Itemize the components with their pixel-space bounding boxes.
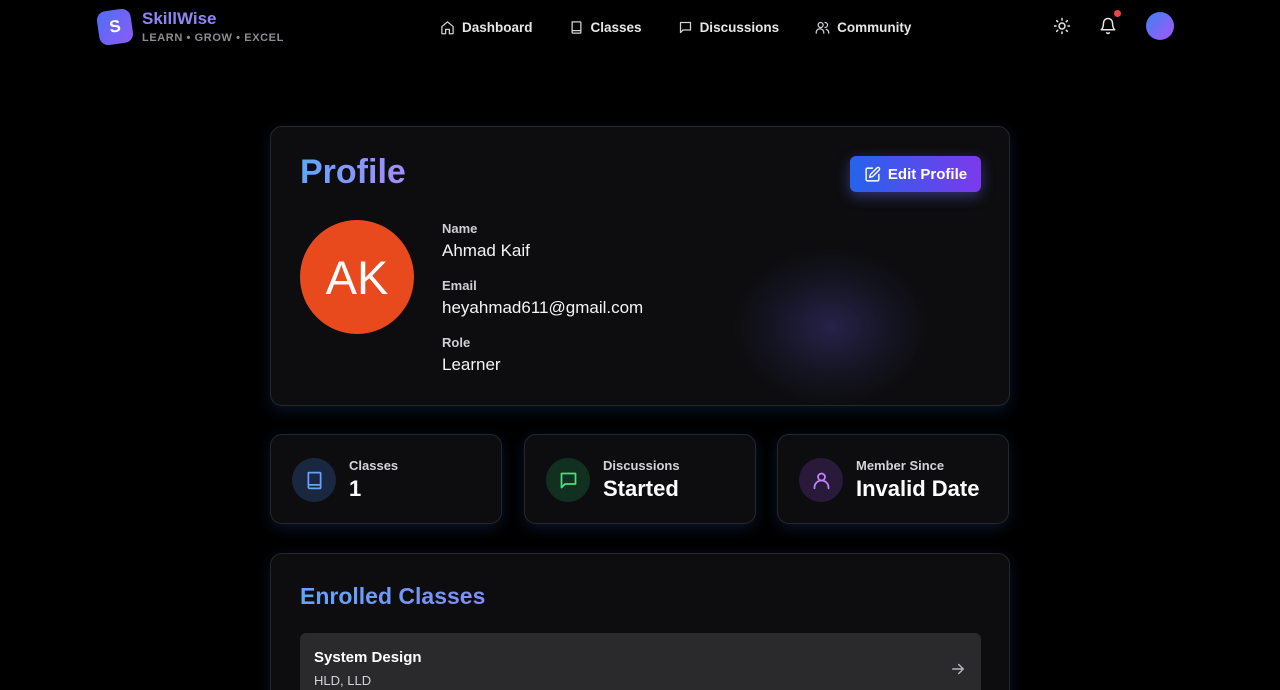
profile-avatar: AK	[300, 220, 414, 334]
brand-logo: S	[95, 7, 135, 46]
stat-text: Member Since Invalid Date	[856, 458, 979, 502]
message-icon	[679, 21, 691, 33]
name-field: Name Ahmad Kaif	[442, 221, 643, 261]
nav-community-label: Community	[837, 19, 912, 35]
stat-card-classes: Classes 1	[270, 434, 502, 524]
role-label: Role	[442, 335, 471, 350]
brand-tagline: LEARN • GROW • EXCEL	[142, 32, 284, 44]
brand-text: SkillWise LEARN • GROW • EXCEL	[142, 9, 284, 44]
user-icon	[813, 472, 829, 489]
nav-actions	[1048, 10, 1174, 40]
theme-toggle-button[interactable]	[1048, 12, 1076, 40]
message-icon	[560, 472, 576, 488]
class-item[interactable]: System Design HLD, LLD	[300, 633, 981, 690]
edit-profile-button[interactable]: Edit Profile	[850, 156, 981, 192]
stat-label: Classes	[349, 458, 399, 473]
name-value: Ahmad Kaif	[442, 241, 530, 260]
stat-label: Member Since	[856, 458, 945, 473]
arrow-right-icon	[952, 663, 964, 675]
book-icon	[307, 471, 321, 489]
stat-text: Discussions Started	[603, 458, 680, 502]
stat-icon-wrap	[546, 458, 590, 502]
class-name: System Design	[314, 649, 422, 666]
decorative-glow	[731, 247, 931, 405]
enrolled-classes-title: Enrolled Classes	[300, 583, 486, 609]
book-icon	[571, 20, 582, 34]
nav-links: Dashboard Classes Discussions Community	[440, 16, 947, 38]
stat-label: Discussions	[603, 458, 680, 473]
sun-icon	[1053, 17, 1071, 35]
top-navbar: S SkillWise LEARN • GROW • EXCEL Dashboa…	[0, 0, 1280, 54]
stat-text: Classes 1	[349, 458, 398, 502]
home-icon	[441, 20, 454, 34]
stat-value: 1	[349, 476, 362, 501]
stat-value: Started	[603, 476, 679, 501]
stat-card-discussions: Discussions Started	[524, 434, 756, 524]
nav-dashboard[interactable]: Dashboard	[440, 16, 533, 38]
nav-discussions[interactable]: Discussions	[678, 16, 780, 38]
notifications-button[interactable]	[1094, 10, 1122, 40]
email-label: Email	[442, 278, 477, 293]
edit-profile-label: Edit Profile	[887, 165, 968, 183]
users-icon	[815, 21, 830, 34]
name-label: Name	[442, 221, 478, 236]
nav-dashboard-label: Dashboard	[462, 19, 533, 35]
nav-discussions-label: Discussions	[699, 19, 780, 35]
bell-icon	[1100, 17, 1116, 35]
notification-dot	[1114, 10, 1121, 17]
email-field: Email heyahmad611@gmail.com	[442, 278, 643, 318]
stat-value: Invalid Date	[856, 476, 980, 501]
brand[interactable]: S SkillWise LEARN • GROW • EXCEL	[95, 7, 284, 46]
stat-card-member-since: Member Since Invalid Date	[777, 434, 1009, 524]
page-title: Profile	[300, 153, 406, 191]
nav-community[interactable]: Community	[815, 16, 911, 38]
user-avatar-button[interactable]	[1146, 12, 1174, 40]
enrolled-classes-card: Enrolled Classes System Design HLD, LLD	[270, 553, 1010, 690]
nav-classes-label: Classes	[590, 19, 642, 35]
stat-icon-wrap	[799, 458, 843, 502]
nav-classes[interactable]: Classes	[569, 16, 642, 38]
profile-fields: Name Ahmad Kaif Email heyahmad611@gmail.…	[442, 221, 643, 392]
role-field: Role Learner	[442, 335, 643, 375]
role-value: Learner	[442, 355, 501, 374]
class-tags: HLD, LLD	[314, 673, 372, 688]
edit-icon	[865, 166, 881, 182]
profile-card: Profile Edit Profile AK Name Ahmad Kaif …	[270, 126, 1010, 406]
email-value: heyahmad611@gmail.com	[442, 298, 644, 317]
stat-icon-wrap	[292, 458, 336, 502]
brand-name: SkillWise	[142, 9, 217, 28]
